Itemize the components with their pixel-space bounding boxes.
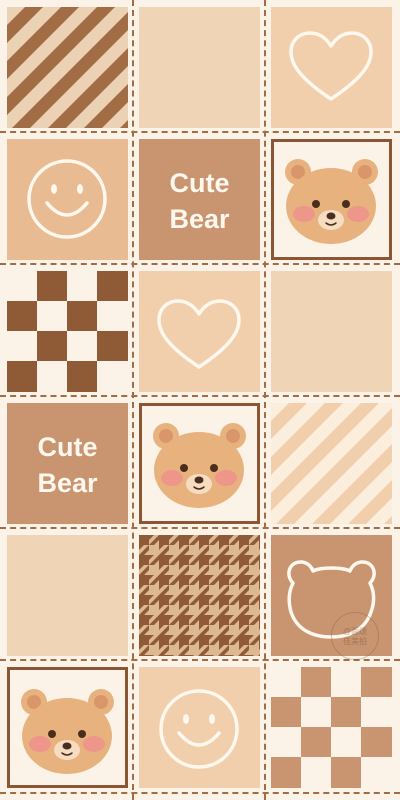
bear-face-tile xyxy=(139,403,260,524)
watermark-text: @面颂 佳美拍 xyxy=(342,627,368,646)
stitch-line xyxy=(0,527,400,529)
stitch-line xyxy=(0,792,400,794)
bear-face-tile xyxy=(271,139,392,260)
diagonal-stripes-tile xyxy=(7,7,128,128)
heart-icon xyxy=(289,31,373,101)
bear-face-icon xyxy=(21,689,114,774)
bear-text: Bear xyxy=(37,468,98,498)
smiley-tile xyxy=(7,139,128,260)
stitch-line xyxy=(264,0,266,800)
plain-tile xyxy=(271,271,392,392)
cute-text: Cute xyxy=(169,168,230,198)
bear-face-icon xyxy=(285,159,378,244)
checkerboard-tile xyxy=(271,667,392,788)
bear-face-icon xyxy=(153,423,246,508)
smiley-icon xyxy=(159,689,239,769)
cute-bear-text-tile: Cute Bear xyxy=(139,139,260,260)
plain-tile xyxy=(7,535,128,656)
stitch-line xyxy=(0,659,400,661)
heart-tile xyxy=(271,7,392,128)
cute-bear-text-tile: Cute Bear xyxy=(7,403,128,524)
heart-icon xyxy=(157,299,241,369)
cute-text: Cute xyxy=(37,432,98,462)
wallpaper: Cute Bear Cute Bear @面颂 佳美拍 xyxy=(0,0,400,800)
watermark-stamp: @面颂 佳美拍 xyxy=(331,612,379,660)
checkerboard-tile xyxy=(7,271,128,392)
heart-tile xyxy=(139,271,260,392)
bear-text: Bear xyxy=(169,204,230,234)
plain-tile xyxy=(139,7,260,128)
smiley-tile xyxy=(139,667,260,788)
houndstooth-tile xyxy=(139,535,260,656)
stitch-line xyxy=(132,0,134,800)
stitch-line xyxy=(0,263,400,265)
stitch-line xyxy=(0,395,400,397)
stitch-line xyxy=(0,131,400,133)
diagonal-stripes-tile xyxy=(271,403,392,524)
bear-face-tile xyxy=(7,667,128,788)
smiley-icon xyxy=(27,159,107,239)
